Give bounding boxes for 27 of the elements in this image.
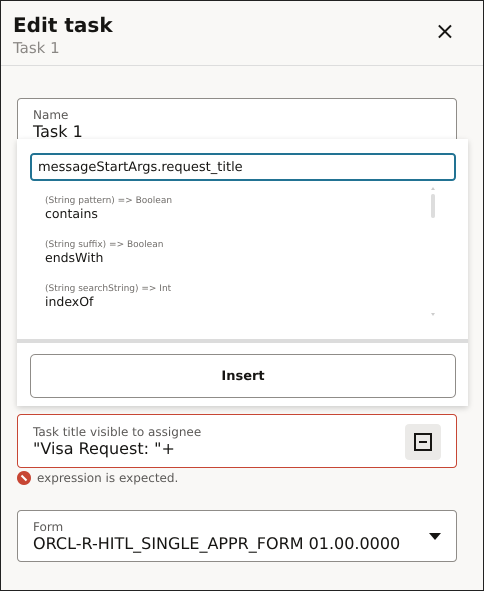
caret-icon: [429, 533, 441, 540]
suggestion-signature: (String searchString) => Int: [45, 284, 172, 294]
error-icon: [17, 471, 31, 485]
task-title-field[interactable]: Task title visible to assignee "Visa Request: "+: [17, 414, 457, 468]
suggestion-signature: (String suffix) => Boolean: [45, 240, 164, 250]
collapse-button[interactable]: [405, 424, 441, 460]
dialog-subtitle: Task 1: [13, 39, 61, 57]
field-label: Task title visible to assignee: [33, 425, 202, 439]
field-label: Form: [33, 520, 64, 534]
expression-input[interactable]: messageStartArgs.request_title: [30, 153, 456, 181]
suggestion-item[interactable]: (String pattern) => Boolean contains: [17, 185, 468, 229]
suggestion-name: indexOf: [45, 294, 95, 308]
field-value: "Visa Request: "+: [33, 439, 176, 458]
field-value: Task 1: [33, 122, 83, 141]
form-dropdown[interactable]: Form ORCL-R-HITL_SINGLE_APPR_FORM 01.00.0000: [17, 510, 457, 562]
suggestion-item[interactable]: (String searchString) => Int indexOf: [17, 273, 468, 317]
suggestion-name: contains: [45, 206, 99, 220]
close-button[interactable]: ×: [430, 19, 459, 43]
field-label: Name: [33, 108, 70, 122]
suggestion-item[interactable]: (String suffix) => Boolean endsWith: [17, 229, 468, 273]
suggestion-name: endsWith: [45, 250, 104, 264]
insert-button[interactable]: Insert: [30, 354, 456, 398]
error-message: expression is expected.: [37, 471, 178, 485]
suggestion-signature: (String pattern) => Boolean: [45, 196, 174, 206]
minus-square-icon: [414, 432, 432, 450]
field-value: ORCL-R-HITL_SINGLE_APPR_FORM 01.00.0000: [33, 534, 400, 553]
dialog-title: Edit task: [13, 13, 113, 37]
